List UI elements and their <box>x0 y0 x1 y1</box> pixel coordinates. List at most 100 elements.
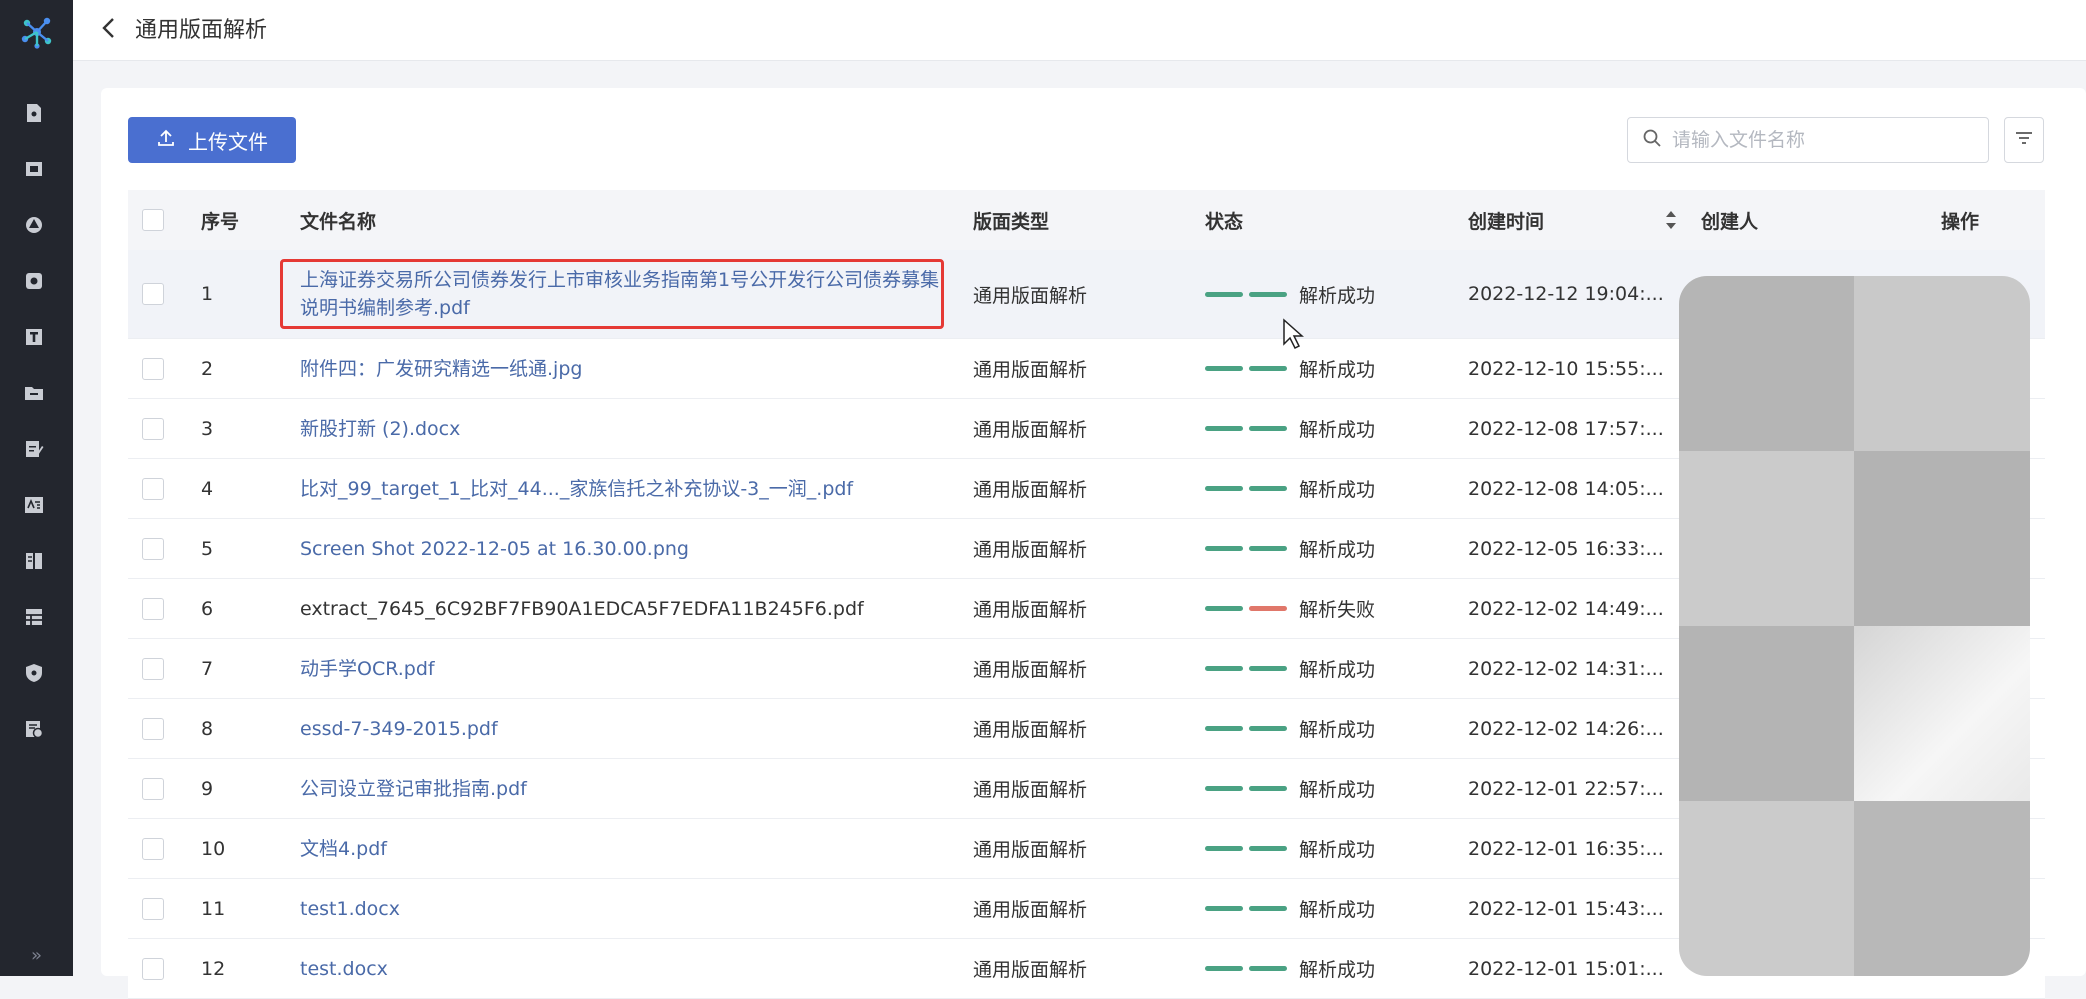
mouse-cursor-icon <box>1282 318 1306 350</box>
status-label: 解析成功 <box>1299 284 1376 307</box>
row-type: 通用版面解析 <box>973 359 1088 381</box>
row-index: 3 <box>201 417 214 440</box>
nav-text-icon[interactable] <box>21 324 47 350</box>
file-name-link[interactable]: test1.docx <box>300 895 400 923</box>
row-status: 解析成功 <box>1205 879 1375 938</box>
nav-book-icon[interactable] <box>21 548 47 574</box>
expand-sidebar-icon[interactable]: » <box>0 936 73 976</box>
search-input[interactable] <box>1670 128 1974 152</box>
row-type: 通用版面解析 <box>973 839 1088 861</box>
nav-certificate-icon[interactable] <box>21 268 47 294</box>
status-progress-icon <box>1205 846 1287 851</box>
upload-label: 上传文件 <box>188 129 268 154</box>
status-label: 解析成功 <box>1299 779 1376 801</box>
nav-card-icon[interactable] <box>21 156 47 182</box>
row-index: 7 <box>201 657 214 680</box>
back-icon[interactable] <box>99 14 123 42</box>
column-status: 状态 <box>1205 210 1244 233</box>
status-progress-icon <box>1205 486 1287 491</box>
page-title: 通用版面解析 <box>135 18 268 43</box>
status-label: 解析成功 <box>1299 839 1376 861</box>
row-created: 2022-12-01 16:35:... <box>1468 837 1664 860</box>
column-type: 版面类型 <box>973 210 1050 233</box>
row-type: 通用版面解析 <box>973 899 1088 921</box>
file-name-link[interactable]: 文档4.pdf <box>300 835 387 863</box>
row-created: 2022-12-10 15:55:... <box>1468 357 1664 380</box>
nav-scan-icon[interactable] <box>21 212 47 238</box>
status-label: 解析成功 <box>1299 539 1376 561</box>
file-name-link[interactable]: 比对_99_target_1_比对_44..._家族信托之补充协议-3_一润_.… <box>300 475 853 503</box>
row-type: 通用版面解析 <box>973 959 1088 981</box>
row-checkbox[interactable] <box>142 537 164 560</box>
search-box[interactable] <box>1627 117 1989 163</box>
logo-icon[interactable] <box>0 0 73 64</box>
row-checkbox[interactable] <box>142 897 164 920</box>
file-name-link[interactable]: Screen Shot 2022-12-05 at 16.30.00.png <box>300 535 689 563</box>
column-ops: 操作 <box>1941 210 1980 233</box>
status-progress-icon <box>1205 546 1287 551</box>
row-index: 9 <box>201 777 214 800</box>
row-index: 12 <box>201 957 226 980</box>
file-name-link[interactable]: essd-7-349-2015.pdf <box>300 715 498 743</box>
file-name-link[interactable]: 公司设立登记审批指南.pdf <box>300 775 527 803</box>
highlight-box <box>280 259 944 329</box>
row-index: 4 <box>201 477 214 500</box>
row-checkbox[interactable] <box>142 837 164 860</box>
row-type: 通用版面解析 <box>973 779 1088 801</box>
row-checkbox[interactable] <box>142 477 164 500</box>
file-name-link[interactable]: test.docx <box>300 955 388 983</box>
row-status: 解析成功 <box>1205 759 1375 818</box>
row-index: 5 <box>201 537 214 560</box>
status-label: 解析成功 <box>1299 359 1376 381</box>
file-name-link[interactable]: 新股打新 (2).docx <box>300 415 460 443</box>
row-checkbox[interactable] <box>142 283 164 305</box>
row-created: 2022-12-12 19:04:... <box>1468 283 1664 305</box>
sort-icon[interactable] <box>1664 209 1678 231</box>
row-created: 2022-12-02 14:49:... <box>1468 597 1664 620</box>
row-checkbox[interactable] <box>142 597 164 620</box>
row-checkbox[interactable] <box>142 957 164 980</box>
row-checkbox[interactable] <box>142 417 164 440</box>
row-status: 解析成功 <box>1205 399 1375 458</box>
nav-table-icon[interactable] <box>21 604 47 630</box>
sidebar: » <box>0 0 73 976</box>
select-all-checkbox[interactable] <box>142 209 164 231</box>
row-checkbox[interactable] <box>142 717 164 740</box>
row-checkbox[interactable] <box>142 657 164 680</box>
row-created: 2022-12-05 16:33:... <box>1468 537 1664 560</box>
row-created: 2022-12-08 14:05:... <box>1468 477 1664 500</box>
status-progress-icon <box>1205 726 1287 731</box>
row-type: 通用版面解析 <box>973 659 1088 681</box>
nav-folder-icon[interactable] <box>21 380 47 406</box>
row-checkbox[interactable] <box>142 357 164 380</box>
column-name: 文件名称 <box>300 210 377 233</box>
file-name-link[interactable]: 动手学OCR.pdf <box>300 655 435 683</box>
row-index: 8 <box>201 717 214 740</box>
nav-document-icon[interactable] <box>21 100 47 126</box>
nav-shield-icon[interactable] <box>21 660 47 686</box>
file-name-link[interactable]: extract_7645_6C92BF7FB90A1EDCA5F7EDFA11B… <box>300 595 864 623</box>
row-type: 通用版面解析 <box>973 479 1088 501</box>
row-type: 通用版面解析 <box>973 284 1088 307</box>
filter-button[interactable] <box>2004 117 2044 163</box>
row-index: 1 <box>201 283 214 305</box>
status-label: 解析成功 <box>1299 659 1376 681</box>
nav-settings-icon[interactable] <box>21 716 47 742</box>
nav-edit-icon[interactable] <box>21 436 47 462</box>
status-progress-icon <box>1205 906 1287 911</box>
status-progress-icon <box>1205 966 1287 971</box>
row-type: 通用版面解析 <box>973 599 1088 621</box>
row-created: 2022-12-02 14:31:... <box>1468 657 1664 680</box>
column-created-label: 创建时间 <box>1468 210 1545 233</box>
file-name-link[interactable]: 附件四：广发研究精选一纸通.jpg <box>300 355 582 383</box>
nav-translate-icon[interactable] <box>21 492 47 518</box>
upload-button[interactable]: 上传文件 <box>128 117 296 163</box>
row-status: 解析成功 <box>1205 699 1375 758</box>
status-progress-icon <box>1205 291 1287 297</box>
row-checkbox[interactable] <box>142 777 164 800</box>
row-status: 解析成功 <box>1205 459 1375 518</box>
row-created: 2022-12-01 22:57:... <box>1468 777 1664 800</box>
row-type: 通用版面解析 <box>973 419 1088 441</box>
row-created: 2022-12-01 15:43:... <box>1468 897 1664 920</box>
column-created[interactable]: 创建时间 <box>1468 190 1678 250</box>
